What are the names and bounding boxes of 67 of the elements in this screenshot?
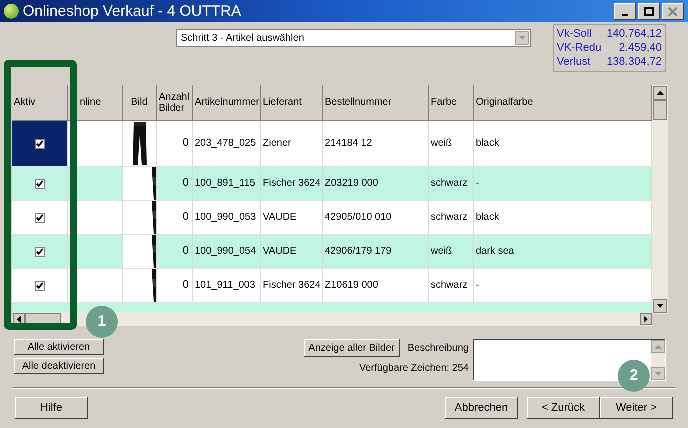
table-cell: Fischer 3624 [261,167,323,200]
table-cell: 100_891_115 [193,167,261,200]
minimize-button[interactable] [614,2,636,20]
table-cell: black [474,201,652,234]
checkbox[interactable] [34,138,44,148]
table-cell: 0 [157,235,193,268]
table-cell: schwarz [429,201,474,234]
table-cell: Z03219 000 [323,167,429,200]
checkbox[interactable] [34,212,44,222]
table-cell: weiß [429,235,474,268]
table-cell: Fischer 3624 [261,269,323,302]
table-cell: 101_911_003 [193,269,261,302]
summary-value: 138.304,72 [606,55,662,69]
table-cell: schwarz [429,269,474,302]
summary-label: VK-Redu [557,41,602,55]
table-cell: - [474,167,652,200]
maximize-icon [642,4,656,18]
maximize-button[interactable] [638,2,660,20]
show-images-button[interactable]: Anzeige aller Bilder [304,339,400,357]
minimize-icon [622,14,628,16]
table-cell: VAUDE [261,201,323,234]
table-cell: 42906/179 179 [323,235,429,268]
footer-button[interactable]: Hilfe [15,397,88,419]
column-header[interactable]: Artikelnummer [195,97,260,108]
app-icon [4,4,19,18]
column-header[interactable]: Anzahl Bilder [159,92,192,114]
table-cell: 100_990_054 [193,235,261,268]
column-header[interactable]: nline [80,97,102,108]
table-cell: VAUDE [261,235,323,268]
action-button[interactable]: Alle aktivieren [14,339,104,355]
table-cell: 0 [157,167,193,200]
checkbox[interactable] [34,178,44,188]
column-header[interactable]: Originalfarbe [476,97,534,108]
close-icon [666,4,680,18]
character-count: Verfügbare Zeichen: 254 [359,362,469,376]
description-label: Beschreibung [408,342,469,356]
column-header[interactable]: Bild [131,97,148,108]
summary-label: Verlust [557,55,591,69]
summary-label: Vk-Soll [557,27,592,41]
table-cell: 42905/010 010 [323,201,429,234]
column-header[interactable]: Farbe [431,97,458,108]
table-cell: 100_990_053 [193,201,261,234]
summary-value: 2.459,40 [619,41,662,55]
action-button[interactable]: Alle deaktivieren [14,358,104,374]
table-cell: black [474,121,652,166]
table-cell: schwarz [429,167,474,200]
column-header[interactable]: Aktiv [14,97,36,108]
table-cell: 214184 12 [323,121,429,166]
table-cell: Z10619 000 [323,269,429,302]
close-button[interactable] [662,2,684,20]
column-header[interactable]: Bestellnummer [325,97,392,108]
window-title: Onlineshop Verkauf - 4 OUTTRA [23,4,242,18]
checkbox[interactable] [34,280,44,290]
footer-button[interactable]: < Zurück [527,397,600,419]
table-cell: dark sea [474,235,652,268]
table-cell: - [474,269,652,302]
footer-button[interactable]: Abbrechen [445,397,518,419]
column-header[interactable]: Lieferant [263,97,302,108]
checkbox[interactable] [34,246,44,256]
table-cell: weiß [429,121,474,166]
table-cell: Ziener [261,121,323,166]
scroll-thumb[interactable] [653,100,667,120]
table-cell: 203_478_025 [193,121,261,166]
summary-value: 140.764,12 [606,27,662,41]
step-badge: 1 [86,306,118,338]
footer-button[interactable]: Weiter > [600,397,673,419]
step-dropdown[interactable]: Schritt 3 - Artikel auswählen [176,29,531,47]
